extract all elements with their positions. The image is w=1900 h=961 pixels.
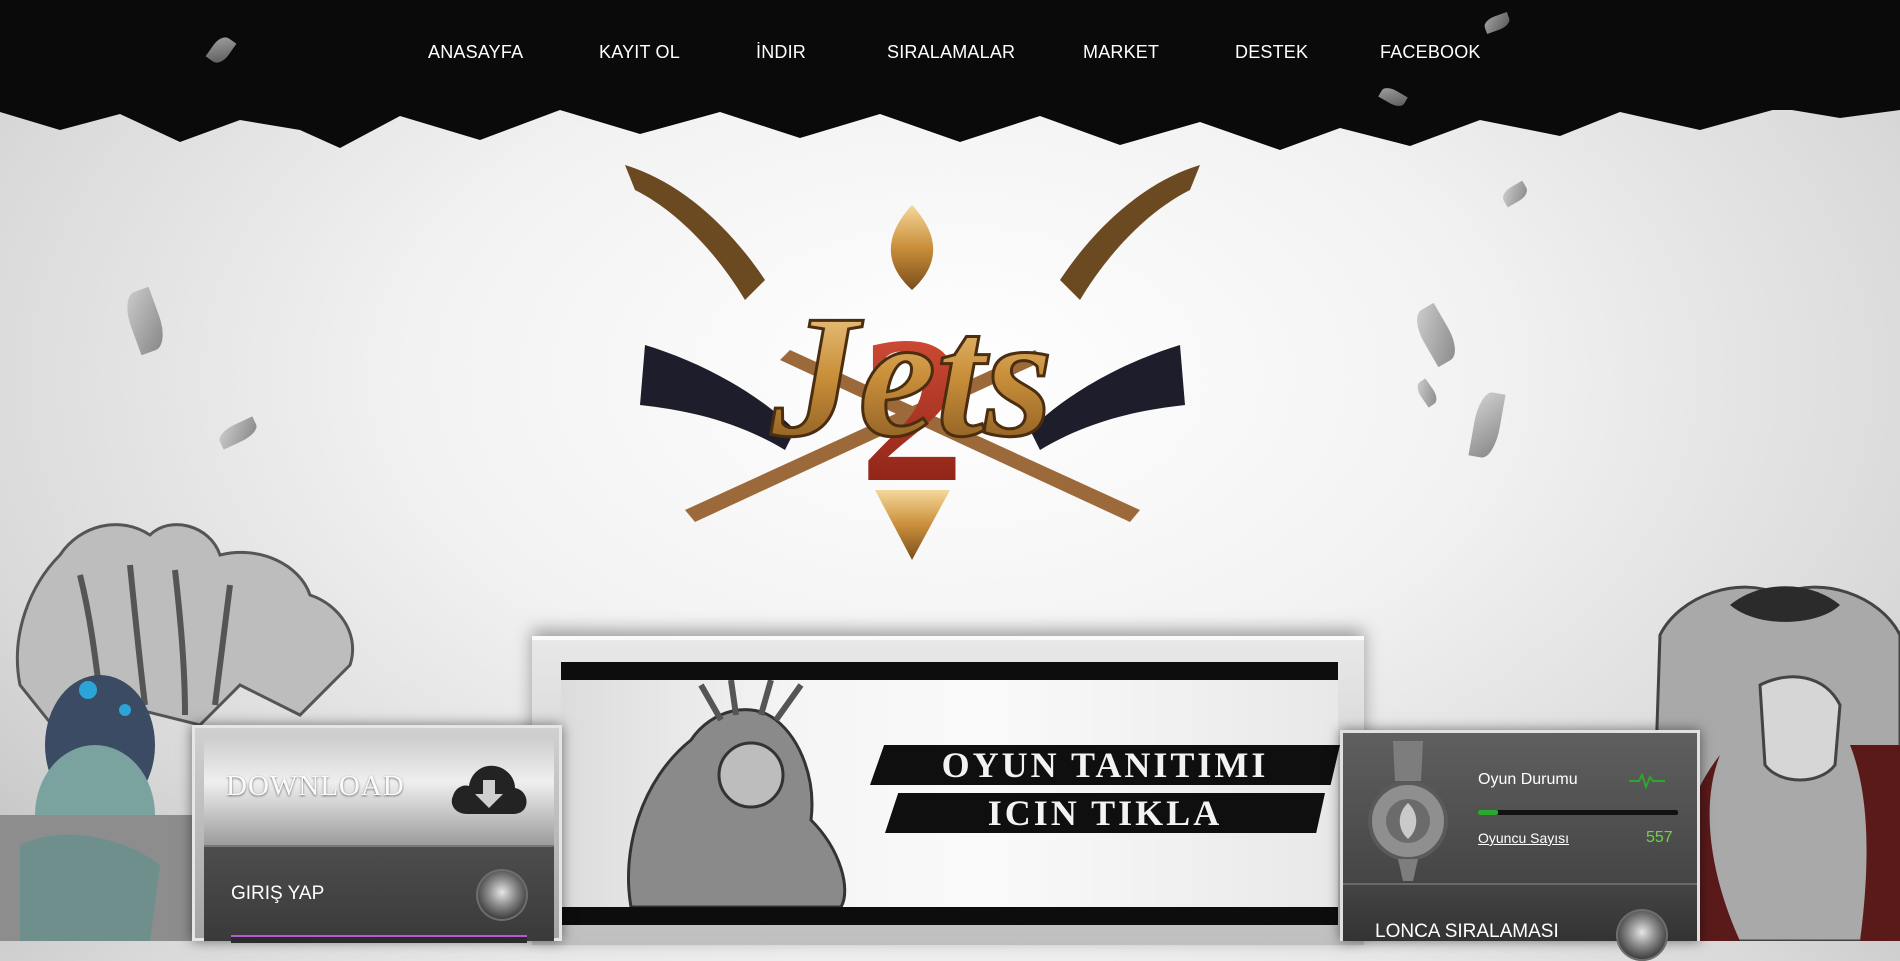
login-label: GIRIŞ YAP — [231, 883, 325, 904]
download-label: DOWNLOAD — [226, 770, 405, 802]
login-orb-icon — [476, 869, 528, 921]
login-input-field[interactable] — [231, 935, 527, 943]
leaf-emblem-icon — [1368, 741, 1448, 881]
nav-item-destek[interactable]: DESTEK — [1235, 42, 1308, 63]
nav-item-facebook[interactable]: FACEBOOK — [1380, 42, 1481, 63]
server-status-box: Oyun Durumu Oyuncu Sayısı 557 — [1343, 733, 1697, 883]
download-button[interactable]: DOWNLOAD — [204, 740, 554, 847]
guild-orb-icon — [1616, 909, 1668, 961]
server-status-title: Oyun Durumu — [1478, 771, 1578, 788]
server-status-fill — [1478, 810, 1498, 815]
guild-ranking-section[interactable]: LONCA SIRALAMASI — [1343, 885, 1697, 961]
login-section[interactable]: GIRIŞ YAP — [204, 847, 554, 943]
guild-ranking-label: LONCA SIRALAMASI — [1375, 921, 1559, 942]
nav-item-market[interactable]: MARKET — [1083, 42, 1159, 63]
falling-leaf — [1499, 180, 1531, 208]
nav-item-kayit-ol[interactable]: KAYIT OL — [599, 42, 680, 63]
falling-leaf — [1413, 378, 1441, 408]
player-count-link[interactable]: Oyuncu Sayısı — [1478, 830, 1569, 846]
falling-leaf — [216, 416, 260, 450]
falling-leaf — [1409, 302, 1463, 368]
nav-item-anasayfa[interactable]: ANASAYFA — [428, 42, 523, 63]
banner-call-to-action[interactable]: OYUN TANITIMI ICIN TIKLA — [870, 745, 1340, 833]
server-status-bar — [1478, 810, 1678, 815]
banner-line-1: OYUN TANITIMI — [870, 745, 1340, 785]
nav-item-siralamalar[interactable]: SIRALAMALAR — [887, 42, 1015, 63]
banner-line-2: ICIN TIKLA — [885, 793, 1325, 833]
svg-text:Jets: Jets — [770, 279, 1053, 473]
nav-item-indir[interactable]: İNDIR — [756, 42, 806, 63]
game-logo[interactable]: 2 Jets — [615, 160, 1210, 570]
cloud-download-icon — [451, 765, 527, 814]
heartbeat-icon — [1629, 773, 1665, 789]
falling-leaf — [120, 286, 170, 356]
player-count-value: 557 — [1646, 829, 1673, 846]
banner-warrior-art — [627, 680, 847, 907]
main-nav: ANASAYFA KAYIT OL İNDIR SIRALAMALAR MARK… — [0, 0, 1900, 106]
falling-leaf — [1468, 390, 1506, 460]
